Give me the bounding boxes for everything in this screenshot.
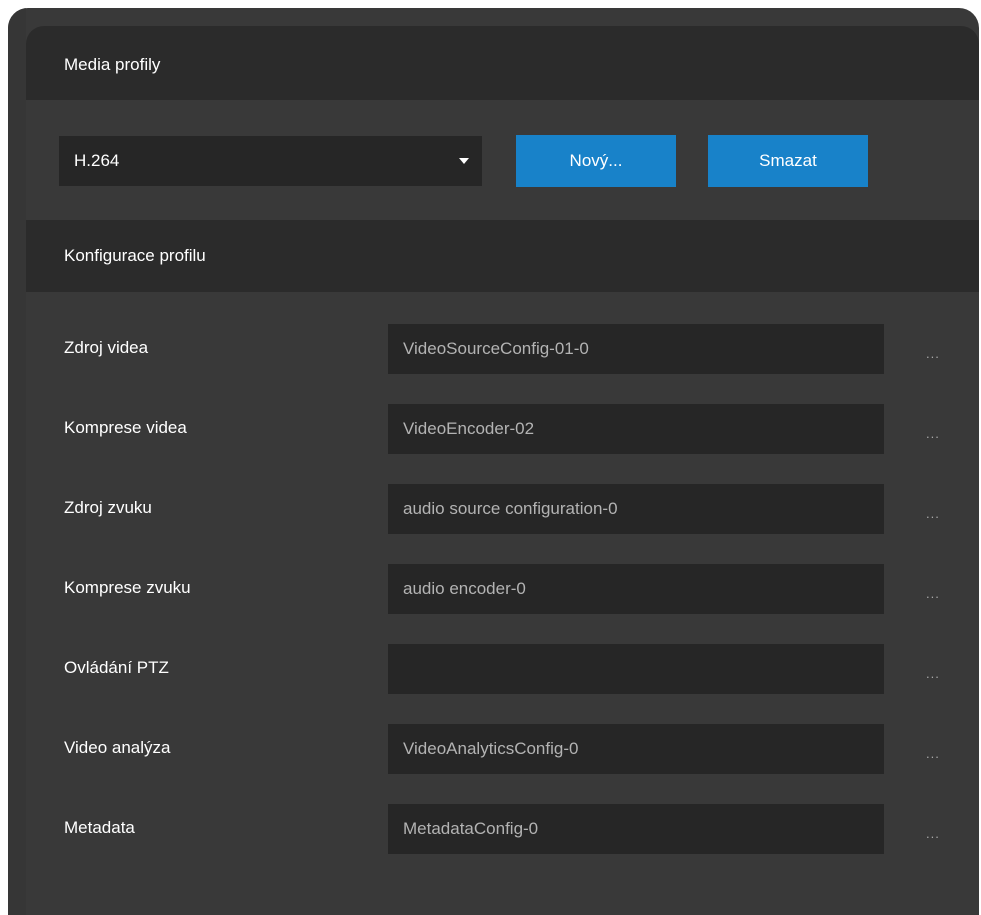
- row-label-video-source: Zdroj videa: [64, 338, 149, 357]
- row-label-metadata: Metadata: [64, 818, 135, 837]
- profile-select[interactable]: H.264: [59, 136, 482, 186]
- video-encoder-more-button[interactable]: ...: [926, 427, 940, 441]
- profile-config-header: Konfigurace profilu: [26, 220, 979, 292]
- new-profile-button[interactable]: Nový...: [516, 135, 676, 187]
- video-encoder-field[interactable]: VideoEncoder-02: [388, 404, 884, 454]
- profile-select-value: H.264: [74, 151, 120, 170]
- audio-encoder-field[interactable]: audio encoder-0: [388, 564, 884, 614]
- audio-source-more-button[interactable]: ...: [926, 507, 940, 521]
- metadata-field[interactable]: MetadataConfig-0: [388, 804, 884, 854]
- video-analytics-more-button[interactable]: ...: [926, 747, 940, 761]
- panel-gutter: [8, 8, 26, 915]
- metadata-more-button[interactable]: ...: [926, 827, 940, 841]
- media-profiles-header: Media profily: [26, 26, 979, 100]
- delete-profile-button[interactable]: Smazat: [708, 135, 868, 187]
- row-label-video-encoder: Komprese videa: [64, 418, 187, 437]
- ptz-more-button[interactable]: ...: [926, 667, 940, 681]
- caret-down-icon: [446, 136, 482, 186]
- video-source-field[interactable]: VideoSourceConfig-01-0: [388, 324, 884, 374]
- audio-source-field[interactable]: audio source configuration-0: [388, 484, 884, 534]
- row-label-audio-source: Zdroj zvuku: [64, 498, 152, 517]
- ptz-field[interactable]: [388, 644, 884, 694]
- video-analytics-field[interactable]: VideoAnalyticsConfig-0: [388, 724, 884, 774]
- video-source-more-button[interactable]: ...: [926, 347, 940, 361]
- row-label-audio-encoder: Komprese zvuku: [64, 578, 191, 597]
- row-label-ptz: Ovládání PTZ: [64, 658, 169, 677]
- row-label-video-analytics: Video analýza: [64, 738, 171, 757]
- audio-encoder-more-button[interactable]: ...: [926, 587, 940, 601]
- media-profiles-panel: Media profily H.264 Nový... Smazat Konfi…: [8, 8, 979, 915]
